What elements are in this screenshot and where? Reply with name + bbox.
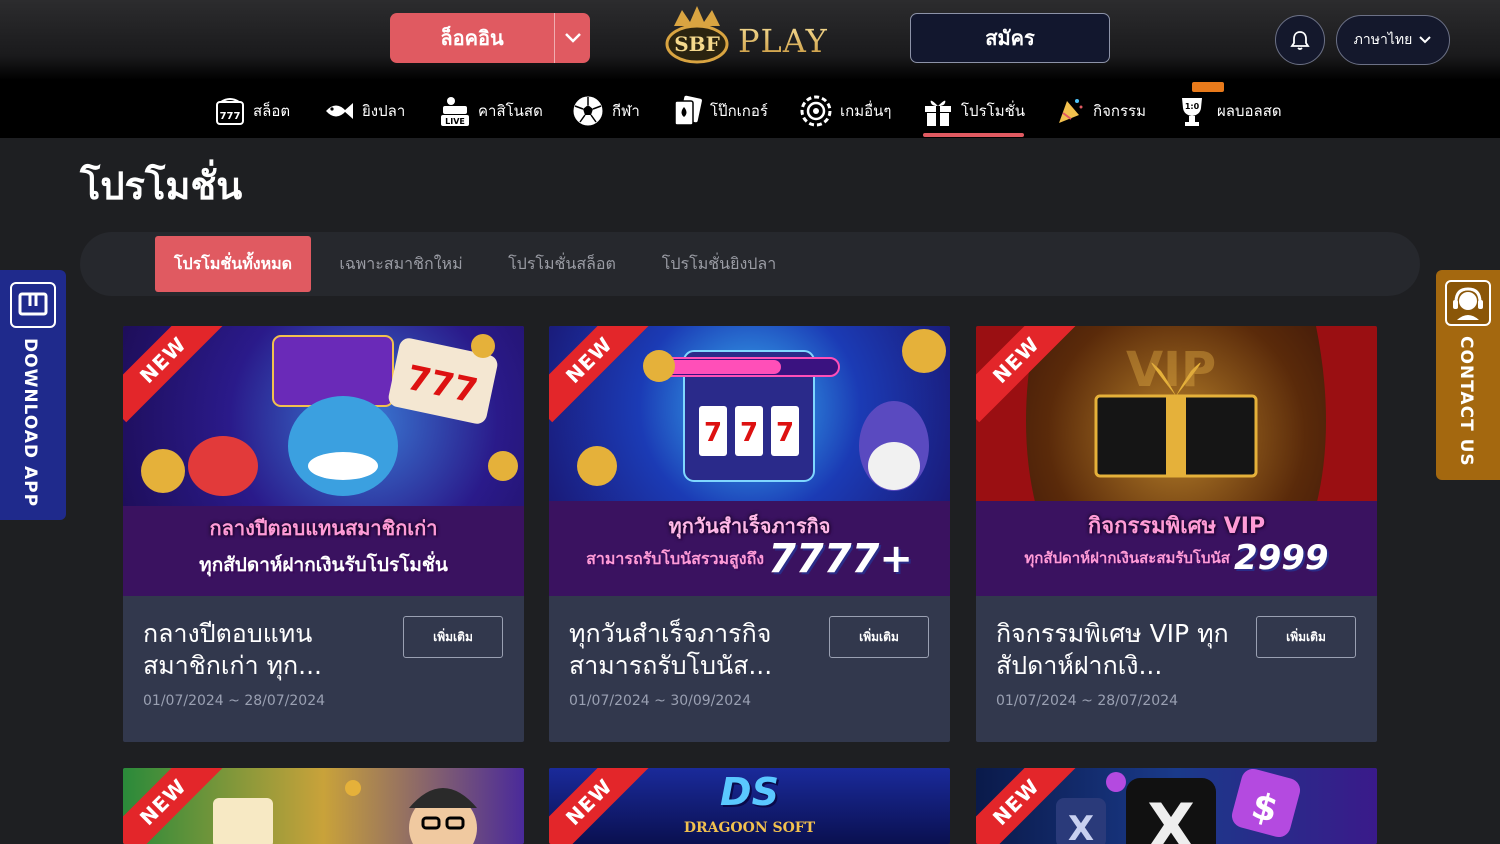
chip-icon bbox=[800, 95, 832, 127]
bell-icon bbox=[1290, 31, 1310, 50]
promo-card[interactable]: DS DRAGOON SOFT NEW bbox=[549, 768, 950, 844]
download-app-tab[interactable]: DOWNLOAD APP bbox=[0, 270, 66, 520]
banner-headline: กลางปีตอบแทนสมาชิกเก่า bbox=[209, 516, 438, 540]
nav-label: กีฬา bbox=[612, 102, 640, 120]
nav-active-indicator bbox=[923, 133, 1024, 137]
logo-badge: SBF bbox=[660, 4, 734, 68]
promo-title: กลางปีตอบแทน สมาชิกเก่า ทุก... bbox=[143, 619, 323, 680]
promo-card[interactable]: X X $ NEW bbox=[976, 768, 1377, 844]
nav-item-sports[interactable]: กีฬา bbox=[572, 95, 640, 127]
svg-text:LIVE: LIVE bbox=[445, 117, 465, 126]
promo-card[interactable]: NEW bbox=[123, 768, 524, 844]
gift-icon bbox=[925, 100, 951, 126]
promo-title: กิจกรรมพิเศษ VIP ทุกสัปดาห์ฝากเงิ... bbox=[996, 619, 1229, 680]
banner-bonus-row: สามารถรับโบนัสรวมสูงถึง 7777+ bbox=[549, 536, 950, 582]
banner-brand: DRAGOON SOFT bbox=[683, 820, 816, 836]
chevron-down-icon bbox=[1419, 36, 1432, 44]
more-button[interactable]: เพิ่มเติม bbox=[829, 616, 929, 658]
nav-label: สล็อต bbox=[253, 102, 291, 120]
banner-bonus-number: 7777+ bbox=[768, 536, 913, 582]
nav-label: เกมอื่นๆ bbox=[840, 102, 892, 120]
tab-all-promotions[interactable]: โปรโมชั่นทั้งหมด bbox=[155, 236, 311, 292]
banner-bonus-row: ทุกสัปดาห์ฝากเงินสะสมรับโบนัส 2999 bbox=[976, 538, 1377, 578]
more-button[interactable]: เพิ่มเติม bbox=[403, 616, 503, 658]
chevron-down-icon bbox=[564, 33, 581, 43]
svg-text:7: 7 bbox=[776, 418, 794, 448]
party-icon bbox=[1059, 99, 1083, 123]
live-badge bbox=[1192, 82, 1224, 92]
download-icon bbox=[10, 282, 56, 328]
logo-text: PLAY bbox=[738, 22, 828, 60]
nav-item-other-games[interactable]: เกมอื่นๆ bbox=[800, 95, 891, 127]
promo-card[interactable]: 777 NEW กลางปีตอบแทนสมาชิกเก่า ทุกสัปดาห… bbox=[123, 326, 524, 742]
banner-subline: ทุกสัปดาห์ฝากเงินรับโปรโมชั่น bbox=[199, 554, 448, 576]
tab-new-members[interactable]: เฉพาะสมาชิกใหม่ bbox=[330, 236, 472, 292]
svg-text:7: 7 bbox=[740, 418, 758, 448]
nav-item-live-casino[interactable]: LIVE คาสิโนสด bbox=[440, 95, 543, 127]
nav-label: คาสิโนสด bbox=[478, 102, 543, 120]
nav-label: โป๊กเกอร์ bbox=[710, 102, 768, 120]
login-button-group[interactable]: ล็อคอิน bbox=[390, 13, 590, 63]
contact-us-label: CONTACT US bbox=[1456, 336, 1476, 467]
promo-card[interactable]: 7 7 7 NEW ทุกวันสำเร็จภารกิจ สามารถรับโบ… bbox=[549, 326, 950, 742]
login-dropdown-toggle[interactable] bbox=[554, 13, 590, 63]
nav-item-slots[interactable]: 777 สล็อต bbox=[215, 95, 290, 127]
banner-bonus-number: 2999 bbox=[1233, 538, 1329, 578]
promo-card[interactable]: VIP NEW กิจกรรมพิเศษ VIP ทุกสัปดาห์ฝากเง… bbox=[976, 326, 1377, 742]
promo-banner-image[interactable]: 7 7 7 NEW ทุกวันสำเร็จภารกิจ สามารถรับโบ… bbox=[549, 326, 950, 596]
live-casino-icon: LIVE bbox=[441, 97, 469, 126]
promo-banner-image[interactable]: VIP NEW กิจกรรมพิเศษ VIP ทุกสัปดาห์ฝากเง… bbox=[976, 326, 1377, 596]
page-title: โปรโมชั่น bbox=[80, 164, 243, 208]
notification-button[interactable] bbox=[1275, 15, 1325, 65]
svg-text:7: 7 bbox=[704, 418, 722, 448]
crown-icon: SBF bbox=[665, 6, 729, 64]
promo-banner-image[interactable]: 777 NEW กลางปีตอบแทนสมาชิกเก่า ทุกสัปดาห… bbox=[123, 326, 524, 596]
login-button[interactable]: ล็อคอิน bbox=[390, 13, 554, 63]
soccer-ball-icon bbox=[573, 96, 603, 126]
banner-subline: สามารถรับโบนัสรวมสูงถึง bbox=[586, 548, 765, 568]
site-logo[interactable]: SBF PLAY bbox=[660, 4, 840, 68]
nav-item-live-scores[interactable]: 1:0 ผลบอลสด bbox=[1175, 95, 1282, 127]
promo-banner-image[interactable]: X X $ NEW bbox=[976, 768, 1377, 844]
language-label: ภาษาไทย bbox=[1353, 32, 1413, 48]
contact-us-tab[interactable]: CONTACT US bbox=[1436, 270, 1500, 480]
nav-label: ผลบอลสด bbox=[1217, 102, 1282, 120]
promo-banner-image[interactable]: NEW bbox=[123, 768, 524, 844]
svg-text:X: X bbox=[1068, 809, 1094, 844]
svg-text:SBF: SBF bbox=[674, 32, 720, 56]
tab-slot-promotions[interactable]: โปรโมชั่นสล็อต bbox=[498, 236, 626, 292]
download-app-label: DOWNLOAD APP bbox=[20, 338, 40, 508]
promo-date: 01/07/2024 ~ 28/07/2024 bbox=[996, 693, 1179, 709]
trophy-icon: 1:0 bbox=[1182, 98, 1202, 126]
nav-item-poker[interactable]: โป๊กเกอร์ bbox=[672, 95, 768, 127]
svg-text:X: X bbox=[1147, 790, 1195, 844]
nav-item-activities[interactable]: กิจกรรม bbox=[1055, 95, 1146, 127]
register-button[interactable]: สมัคร bbox=[910, 13, 1110, 63]
svg-text:VIP: VIP bbox=[1126, 342, 1216, 398]
support-agent-icon bbox=[1445, 280, 1491, 326]
nav-label: กิจกรรม bbox=[1093, 102, 1146, 120]
promo-banner-image[interactable]: DS DRAGOON SOFT NEW bbox=[549, 768, 950, 844]
nav-item-promotions[interactable]: โปรโมชั่น bbox=[923, 95, 1025, 127]
nav-item-fishing[interactable]: ยิงปลา bbox=[322, 95, 405, 127]
cards-icon bbox=[674, 95, 702, 126]
fish-icon bbox=[326, 103, 353, 119]
language-selector[interactable]: ภาษาไทย bbox=[1336, 15, 1450, 65]
nav-label: โปรโมชั่น bbox=[961, 102, 1026, 120]
more-button[interactable]: เพิ่มเติม bbox=[1256, 616, 1356, 658]
tab-fishing-promotions[interactable]: โปรโมชั่นยิงปลา bbox=[652, 236, 786, 292]
promo-date: 01/07/2024 ~ 28/07/2024 bbox=[143, 693, 326, 709]
promo-date: 01/07/2024 ~ 30/09/2024 bbox=[569, 693, 752, 709]
nav-label: ยิงปลา bbox=[362, 102, 406, 120]
svg-text:777: 777 bbox=[220, 111, 241, 122]
banner-subline: ทุกสัปดาห์ฝากเงินสะสมรับโบนัส bbox=[1024, 549, 1230, 567]
slot-machine-icon: 777 bbox=[216, 98, 244, 125]
promo-title: ทุกวันสำเร็จภารกิจ สามารถรับโบนัส... bbox=[569, 619, 773, 680]
svg-text:1:0: 1:0 bbox=[1185, 102, 1200, 111]
